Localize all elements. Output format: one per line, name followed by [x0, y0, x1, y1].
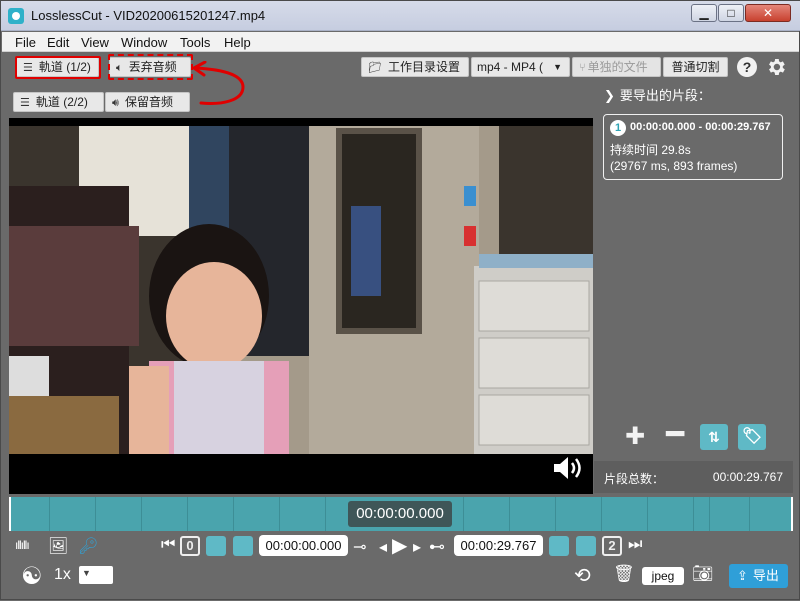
- annotation-highlight-track-1: [15, 56, 101, 79]
- segment-end-chip[interactable]: 2: [602, 536, 622, 556]
- menu-help[interactable]: Help: [224, 35, 251, 50]
- timeline-tick: [709, 497, 710, 531]
- step-back-icon[interactable]: ◂: [379, 537, 387, 557]
- segment-item[interactable]: 1 00:00:00.000 - 00:00:29.767 持续时间 29.8s…: [603, 114, 783, 180]
- set-cut-start-icon[interactable]: [233, 536, 253, 556]
- cut-mode-button[interactable]: 普通切割: [663, 57, 728, 77]
- segments-header: ❯ 要导出的片段：: [604, 88, 711, 103]
- maximize-button[interactable]: □: [718, 4, 744, 22]
- video-letterbox-bottom: [9, 454, 593, 494]
- timeline-tick: [233, 497, 234, 531]
- working-dir-button[interactable]: 📁︎ 工作目录设置: [361, 57, 469, 77]
- minimize-button[interactable]: ▁: [691, 4, 717, 22]
- yin-yang-icon[interactable]: ☯: [21, 562, 43, 591]
- playhead-start-marker[interactable]: [9, 497, 11, 531]
- chevron-right-icon[interactable]: ❯: [604, 88, 615, 103]
- close-button[interactable]: ✕: [745, 4, 791, 22]
- track-2-button[interactable]: ☰ 軌道 (2/2): [13, 92, 104, 112]
- fork-icon: ⑂: [579, 62, 586, 74]
- keep-audio-button[interactable]: 🔊︎ 保留音频: [105, 92, 190, 112]
- menu-file[interactable]: File: [15, 35, 36, 50]
- waveform-icon[interactable]: ıllıllı: [15, 538, 30, 552]
- menu-edit[interactable]: Edit: [47, 35, 69, 50]
- set-cut-end-icon[interactable]: [549, 536, 569, 556]
- chevron-down-icon: ▼: [82, 568, 91, 578]
- window-title: LosslessCut - VID20200615201247.mp4: [31, 8, 266, 23]
- export-icon: ⇪: [737, 568, 748, 583]
- timeline-tick: [647, 497, 648, 531]
- segment-duration: 持续时间 29.8s: [610, 143, 691, 157]
- step-forward-icon[interactable]: ▸: [413, 537, 421, 557]
- settings-gear-icon[interactable]: [765, 56, 787, 78]
- cut-end-time-input[interactable]: 00:00:29.767: [454, 535, 543, 556]
- menu-tools[interactable]: Tools: [180, 35, 210, 50]
- play-icon[interactable]: ▶: [392, 533, 407, 558]
- video-frame-image: [9, 126, 593, 454]
- video-letterbox-top: [9, 118, 593, 126]
- segment-start-chip[interactable]: 0: [180, 536, 200, 556]
- volume-icon[interactable]: [551, 454, 585, 482]
- timeline-tick: [693, 497, 694, 531]
- help-icon[interactable]: ?: [737, 57, 757, 77]
- title-bar: LosslessCut - VID20200615201247.mp4 ▁ □ …: [1, 1, 800, 31]
- remove-segment-icon[interactable]: ━: [661, 420, 689, 450]
- jump-start-icon[interactable]: ⏮︎: [161, 536, 175, 554]
- timeline-tick: [555, 497, 556, 531]
- add-segment-icon[interactable]: ✚: [621, 424, 649, 450]
- video-player[interactable]: [9, 126, 593, 454]
- sort-segments-icon[interactable]: ⇅: [700, 424, 728, 450]
- chevron-down-icon: ▼: [553, 62, 562, 72]
- menu-window[interactable]: Window: [121, 35, 167, 50]
- key-start-icon[interactable]: ⊸: [353, 537, 366, 557]
- format-select[interactable]: mp4 - MP4 ( ▼: [471, 57, 570, 77]
- menu-view[interactable]: View: [81, 35, 109, 50]
- keyframes-key-icon[interactable]: 🔑︎: [78, 536, 98, 556]
- rotate-icon[interactable]: ⟲: [574, 563, 591, 588]
- timeline-tick: [95, 497, 96, 531]
- segment-number-badge: 1: [610, 120, 626, 136]
- thumbnails-icon[interactable]: 🖼︎: [48, 536, 68, 556]
- timeline-tick: [749, 497, 750, 531]
- folder-icon: 📁︎: [368, 62, 382, 74]
- capture-format-select[interactable]: jpeg: [642, 567, 684, 585]
- key-end-icon[interactable]: ⊷: [429, 537, 445, 557]
- timeline-tick: [279, 497, 280, 531]
- camera-icon[interactable]: 📷︎: [692, 564, 714, 584]
- menu-bar: File Edit View Window Tools Help: [2, 32, 799, 52]
- playback-speed-label: 1x: [54, 566, 71, 583]
- total-label: 片段总数：: [604, 472, 665, 486]
- jump-end-icon[interactable]: ⏭︎: [628, 536, 642, 554]
- tag-segment-icon[interactable]: 🏷︎: [738, 424, 766, 450]
- jump-to-cut-end-icon[interactable]: [576, 536, 596, 556]
- list-icon: ☰: [20, 97, 30, 109]
- timeline-tick: [187, 497, 188, 531]
- timeline-tick: [325, 497, 326, 531]
- separate-files-button[interactable]: ⑂ 单独的文件: [572, 57, 661, 77]
- app-logo-icon: [8, 8, 24, 24]
- annotation-arrow: [192, 61, 245, 105]
- segment-range: 00:00:00.000 - 00:00:29.767: [630, 121, 771, 133]
- trash-icon[interactable]: 🗑︎: [613, 564, 635, 584]
- playhead-end-marker[interactable]: [791, 497, 793, 531]
- export-button[interactable]: ⇪ 导出: [729, 564, 788, 588]
- app-window: LosslessCut - VID20200615201247.mp4 ▁ □ …: [0, 0, 800, 600]
- timeline-tick: [509, 497, 510, 531]
- timeline-tick: [49, 497, 50, 531]
- speaker-on-icon: 🔊︎: [112, 97, 119, 109]
- timeline-tick: [141, 497, 142, 531]
- annotation-highlight-discard-audio: [108, 54, 193, 80]
- timeline-tick: [463, 497, 464, 531]
- total-value: 00:00:29.767: [712, 470, 783, 484]
- segment-frames: (29767 ms, 893 frames): [610, 159, 738, 173]
- current-time-display: 00:00:00.000: [348, 501, 452, 527]
- segments-total: 片段总数： 00:00:29.767: [594, 461, 793, 493]
- speed-select[interactable]: ▼: [79, 566, 113, 584]
- timeline-tick: [601, 497, 602, 531]
- jump-to-cut-start-icon[interactable]: [206, 536, 226, 556]
- cut-start-time-input[interactable]: 00:00:00.000: [259, 535, 348, 556]
